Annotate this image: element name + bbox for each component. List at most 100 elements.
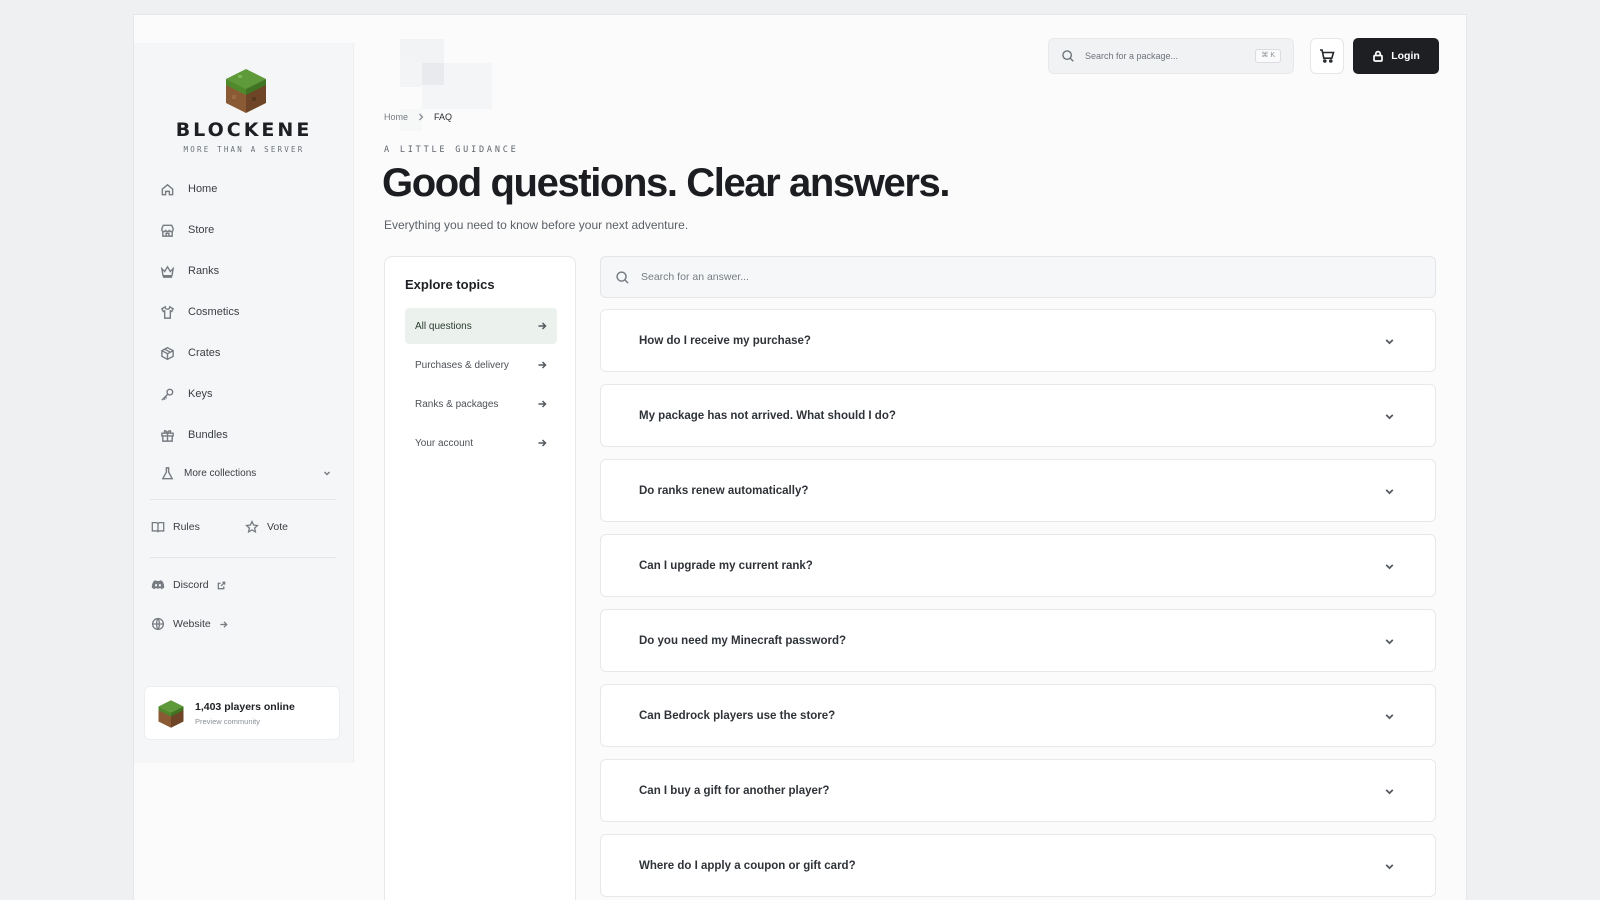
topic-label: Purchases & delivery xyxy=(415,359,509,371)
faq-question: Do ranks renew automatically? xyxy=(639,484,809,497)
faq-question: How do I receive my purchase? xyxy=(639,334,811,347)
cart-button[interactable] xyxy=(1310,38,1344,74)
search-icon xyxy=(1062,50,1074,62)
faq-question: Where do I apply a coupon or gift card? xyxy=(639,859,856,872)
book-icon xyxy=(151,521,165,533)
sidebar-item-label: Crates xyxy=(188,347,221,359)
chevron-down-icon xyxy=(1385,414,1394,420)
chevron-down-icon xyxy=(1385,864,1394,870)
arrow-right-icon xyxy=(538,400,547,408)
discord-link[interactable]: Discord xyxy=(151,575,226,595)
sidebar-item-cosmetics[interactable]: Cosmetics xyxy=(160,301,239,323)
gift-icon xyxy=(161,429,174,442)
faq-item[interactable]: Can I buy a gift for another player? xyxy=(600,759,1436,822)
breadcrumb-home[interactable]: Home xyxy=(384,112,408,122)
rules-link[interactable]: Rules xyxy=(151,517,200,537)
players-online-card: 1,403 players online Preview community xyxy=(144,686,340,740)
crown-icon xyxy=(160,264,175,278)
cart-icon xyxy=(1320,49,1335,63)
decorative-pixel xyxy=(400,39,444,63)
faq-question: Can Bedrock players use the store? xyxy=(639,709,836,722)
arrow-right-icon xyxy=(538,361,547,369)
discord-label: Discord xyxy=(173,579,209,591)
topic-label: Your account xyxy=(415,437,474,449)
breadcrumb: Home FAQ xyxy=(384,112,452,122)
chevron-down-icon xyxy=(323,471,331,476)
faq-item[interactable]: Can I upgrade my current rank? xyxy=(600,534,1436,597)
sidebar-item-label: Keys xyxy=(188,388,213,400)
players-online-count: 1,403 players online xyxy=(195,701,295,713)
flask-icon xyxy=(161,466,174,479)
faq-search-placeholder: Search for an answer... xyxy=(641,271,749,283)
sidebar-item-label: Cosmetics xyxy=(188,306,240,318)
app-window: BLOCKENE MORE THAN A SERVER Home Store R… xyxy=(133,14,1467,900)
page-eyebrow: A LITTLE GUIDANCE xyxy=(384,145,519,155)
sidebar-item-label: Bundles xyxy=(188,429,228,441)
topic-label: All questions xyxy=(415,320,472,332)
store-icon xyxy=(161,224,174,237)
breadcrumb-current: FAQ xyxy=(434,112,453,122)
search-icon xyxy=(616,270,629,284)
login-button[interactable]: Login xyxy=(1353,38,1439,74)
topic-all-questions[interactable]: All questions xyxy=(405,308,557,344)
arrow-right-icon xyxy=(220,620,228,628)
topics-panel: Explore topics All questions Purchases &… xyxy=(384,256,576,900)
faq-item[interactable]: How do I receive my purchase? xyxy=(600,309,1436,372)
brand-name: BLOCKENE xyxy=(175,119,313,141)
decorative-pixel xyxy=(422,85,444,109)
chevron-down-icon xyxy=(1385,489,1394,495)
discord-icon xyxy=(151,580,165,590)
sidebar-item-keys[interactable]: Keys xyxy=(160,383,212,405)
arrow-right-icon xyxy=(538,439,547,447)
chevron-right-icon xyxy=(419,113,424,121)
sidebar-item-store[interactable]: Store xyxy=(160,219,214,241)
sidebar: BLOCKENE MORE THAN A SERVER Home Store R… xyxy=(134,43,354,763)
star-icon xyxy=(245,520,259,534)
faq-item[interactable]: Can Bedrock players use the store? xyxy=(600,684,1436,747)
faq-item[interactable]: Do you need my Minecraft password? xyxy=(600,609,1436,672)
chevron-down-icon xyxy=(1385,714,1394,720)
key-icon xyxy=(161,388,174,401)
sidebar-item-label: More collections xyxy=(184,467,257,479)
website-label: Website xyxy=(173,618,211,630)
lock-icon xyxy=(1373,50,1384,62)
faq-search-input[interactable]: Search for an answer... xyxy=(600,256,1436,298)
vote-link[interactable]: Vote xyxy=(245,517,288,537)
faq-question: My package has not arrived. What should … xyxy=(639,409,896,422)
faq-item[interactable]: Where do I apply a coupon or gift card? xyxy=(600,834,1436,897)
sidebar-divider xyxy=(150,557,336,558)
shirt-icon xyxy=(160,305,175,319)
decorative-pixel xyxy=(444,63,492,109)
grass-block-logo[interactable] xyxy=(224,67,268,115)
package-search-placeholder: Search for a package... xyxy=(1085,51,1179,61)
faq-question: Do you need my Minecraft password? xyxy=(639,634,847,647)
box-icon xyxy=(161,346,174,360)
sidebar-item-bundles[interactable]: Bundles xyxy=(160,424,228,446)
sidebar-item-ranks[interactable]: Ranks xyxy=(160,260,219,282)
faq-item[interactable]: Do ranks renew automatically? xyxy=(600,459,1436,522)
sidebar-item-label: Ranks xyxy=(188,265,220,277)
brand-tagline: MORE THAN A SERVER xyxy=(183,145,305,154)
website-link[interactable]: Website xyxy=(151,614,228,634)
topic-your-account[interactable]: Your account xyxy=(405,425,557,461)
sidebar-item-crates[interactable]: Crates xyxy=(160,342,220,364)
package-search-input[interactable]: Search for a package... ⌘ K xyxy=(1048,38,1294,74)
chevron-down-icon xyxy=(1385,789,1394,795)
page-subtitle: Everything you need to know before your … xyxy=(384,218,689,232)
sidebar-item-more-collections[interactable]: More collections xyxy=(160,462,332,484)
decorative-pixel xyxy=(422,63,444,85)
sidebar-item-label: Home xyxy=(188,183,218,195)
rules-label: Rules xyxy=(173,521,200,533)
faq-question: Can I buy a gift for another player? xyxy=(639,784,830,797)
sidebar-item-home[interactable]: Home xyxy=(160,178,217,200)
grass-block-icon xyxy=(158,700,184,728)
sidebar-divider xyxy=(150,499,336,500)
chevron-down-icon xyxy=(1385,339,1394,345)
topic-purchases-delivery[interactable]: Purchases & delivery xyxy=(405,347,557,383)
chevron-down-icon xyxy=(1385,564,1394,570)
keyboard-shortcut-badge: ⌘ K xyxy=(1255,49,1281,63)
topic-ranks-packages[interactable]: Ranks & packages xyxy=(405,386,557,422)
faq-item[interactable]: My package has not arrived. What should … xyxy=(600,384,1436,447)
arrow-right-icon xyxy=(538,322,547,330)
login-label: Login xyxy=(1391,50,1420,62)
